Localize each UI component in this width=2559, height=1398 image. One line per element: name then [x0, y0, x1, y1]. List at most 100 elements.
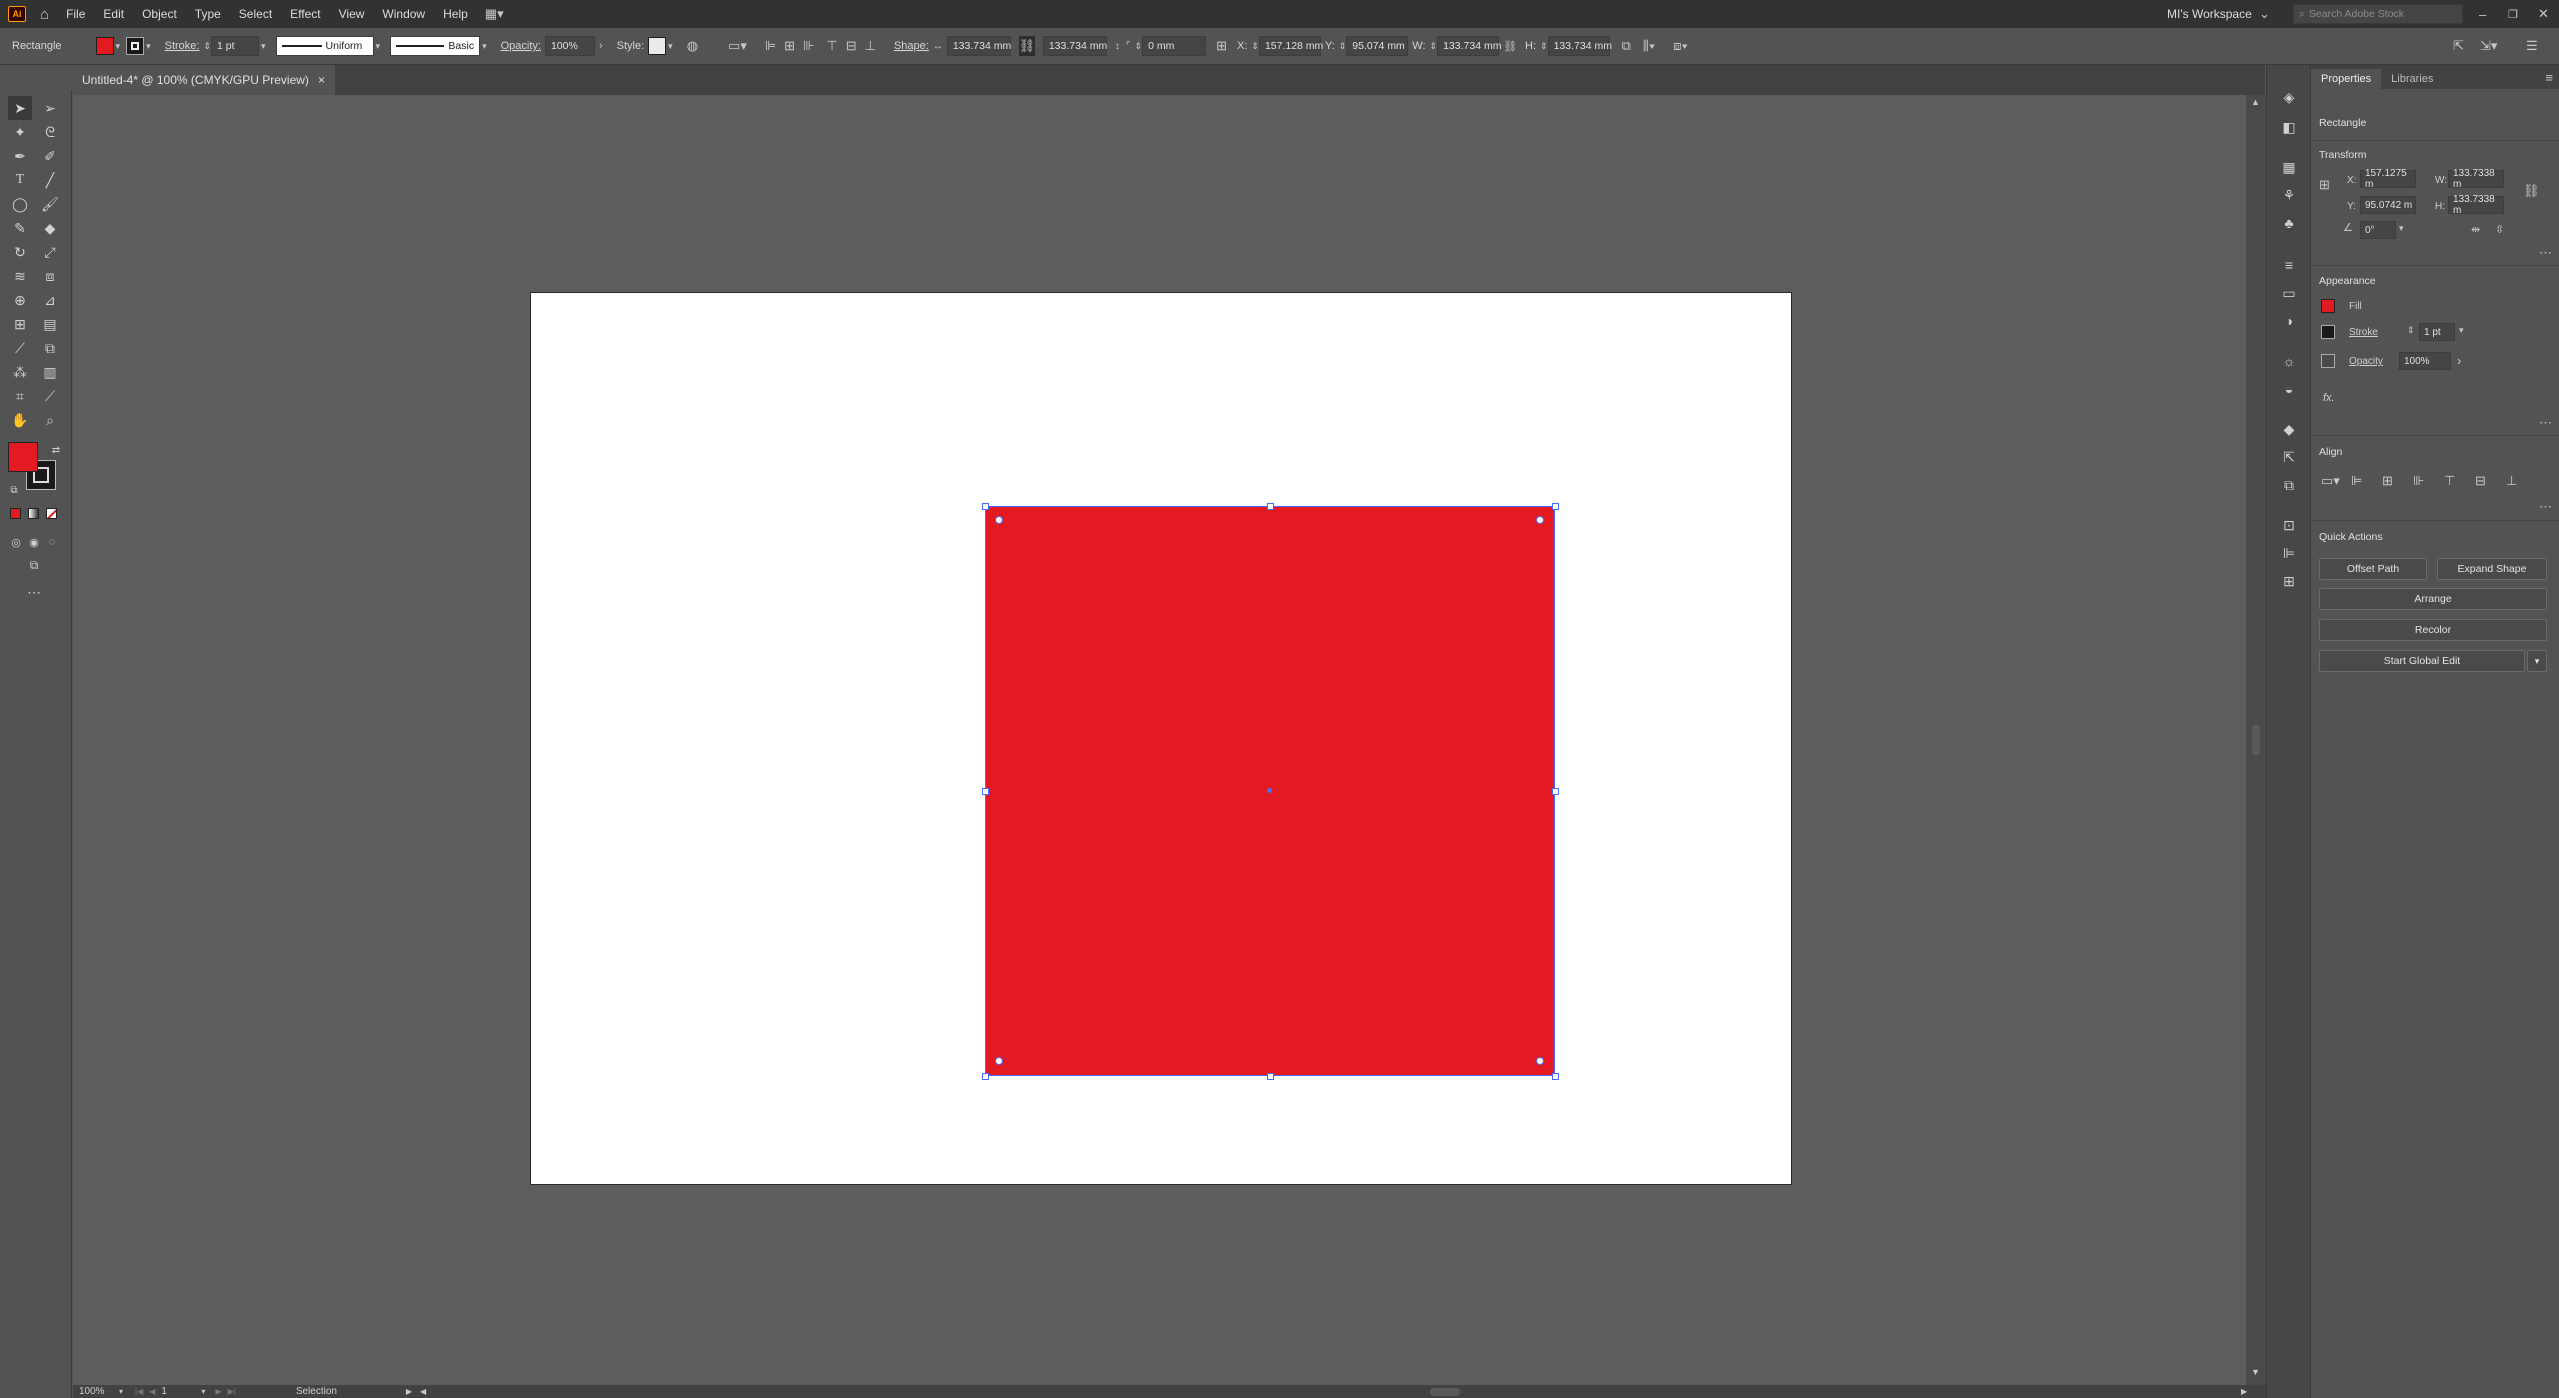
- menu-file[interactable]: File: [57, 7, 94, 21]
- first-artboard-icon[interactable]: |◀: [135, 1387, 143, 1396]
- mesh-tool-icon[interactable]: ⊞: [8, 312, 32, 336]
- transform-x-field[interactable]: 157.1275 m: [2360, 168, 2416, 190]
- layers-panel-icon[interactable]: ◆: [2277, 417, 2301, 441]
- chevron-right-icon[interactable]: ›: [599, 40, 603, 52]
- handle-bottom-middle[interactable]: [1267, 1073, 1274, 1080]
- stroke-swatch[interactable]: [2321, 325, 2335, 339]
- symbols-panel-icon[interactable]: ♣: [2277, 211, 2301, 235]
- chevron-down-icon[interactable]: ⌄: [2259, 6, 2270, 22]
- chevron-down-icon[interactable]: ▾: [261, 41, 266, 52]
- align-top-icon[interactable]: ⊤: [826, 38, 837, 54]
- ellipse-tool-icon[interactable]: ◯: [8, 192, 32, 216]
- transform-y-field[interactable]: 95.0742 m: [2360, 196, 2416, 214]
- properties-panel-icon[interactable]: ◈: [2277, 85, 2301, 109]
- start-global-edit-button[interactable]: Start Global Edit: [2319, 650, 2525, 672]
- stepper-icon[interactable]: ⇕: [203, 41, 211, 52]
- align-to-icon[interactable]: ▭▾: [2321, 473, 2340, 489]
- handle-middle-left[interactable]: [982, 788, 989, 795]
- align-top-icon[interactable]: ⊤: [2444, 473, 2455, 489]
- corner-widget-top-left[interactable]: [995, 516, 1003, 524]
- more-options-icon[interactable]: ⋯: [2539, 245, 2552, 261]
- restore-icon[interactable]: ❐: [2508, 8, 2518, 21]
- expand-shape-button[interactable]: Expand Shape: [2437, 558, 2547, 580]
- document-tab[interactable]: Untitled-4* @ 100% (CMYK/GPU Preview) ×: [72, 65, 335, 95]
- opacity-field[interactable]: 100%: [2399, 352, 2451, 370]
- menu-effect[interactable]: Effect: [281, 7, 329, 21]
- libraries-panel-icon[interactable]: ◧: [2277, 115, 2301, 139]
- pen-tool-icon[interactable]: ✒: [8, 144, 32, 168]
- align-hcenter-icon[interactable]: ⊞: [784, 38, 795, 54]
- next-artboard-icon[interactable]: ▶: [215, 1387, 221, 1396]
- stroke-weight-field[interactable]: 1 pt: [211, 36, 260, 56]
- more-options-icon[interactable]: ⋯: [2539, 499, 2552, 515]
- last-artboard-icon[interactable]: ▶|: [228, 1387, 236, 1396]
- align-left-icon[interactable]: ⊫: [2351, 473, 2362, 489]
- stock-search-field[interactable]: ⌕ Search Adobe Stock: [2293, 4, 2463, 24]
- isolate-icon[interactable]: ⧈▾: [1673, 38, 1688, 54]
- align-hcenter-icon[interactable]: ⊞: [2382, 473, 2393, 489]
- stepper-icon[interactable]: ⇕: [1135, 41, 1143, 52]
- stroke-profile-select[interactable]: Uniform: [275, 36, 374, 56]
- scroll-right-icon[interactable]: ▶: [2241, 1387, 2247, 1396]
- corner-type-icon[interactable]: ⌜: [1126, 41, 1131, 52]
- stepper-icon[interactable]: ⇕: [1430, 41, 1438, 52]
- brushes-panel-icon[interactable]: ⚘: [2277, 183, 2301, 207]
- constrain-proportions-icon[interactable]: ⛓: [2523, 183, 2540, 199]
- scale-tool-icon[interactable]: ⤢: [38, 240, 62, 264]
- corner-widget-top-right[interactable]: [1536, 516, 1544, 524]
- close-tab-icon[interactable]: ×: [318, 73, 325, 87]
- free-transform-icon[interactable]: ⧈: [38, 264, 62, 288]
- pathfinder-panel-icon[interactable]: ⊞: [2277, 569, 2301, 593]
- fill-swatch[interactable]: [2321, 299, 2335, 313]
- chevron-down-icon[interactable]: ▾: [376, 41, 381, 52]
- x-field[interactable]: 157.128 mm: [1258, 36, 1323, 56]
- none-mode-button[interactable]: [46, 508, 57, 519]
- zoom-tool-icon[interactable]: ⌕: [38, 408, 62, 432]
- align-left-icon[interactable]: ⊫: [765, 38, 776, 54]
- hamburger-icon[interactable]: ☰: [2526, 38, 2538, 54]
- align-vcenter-icon[interactable]: ⊟: [2475, 473, 2486, 489]
- menu-edit[interactable]: Edit: [94, 7, 133, 21]
- appearance-panel-icon[interactable]: ☼: [2277, 349, 2301, 373]
- zoom-level[interactable]: 100%: [79, 1386, 119, 1397]
- more-options-icon[interactable]: ⋯: [2539, 415, 2552, 431]
- stroke-weight-field[interactable]: 1 pt: [2419, 323, 2455, 341]
- warp-tool-icon[interactable]: ≋: [8, 264, 32, 288]
- artboard-number[interactable]: 1: [161, 1386, 201, 1397]
- status-menu-icon[interactable]: ▶: [406, 1387, 412, 1396]
- fx-button[interactable]: fx.: [2323, 392, 2335, 404]
- scroll-down-icon[interactable]: ▼: [2251, 1367, 2260, 1377]
- brush-select[interactable]: Basic: [390, 36, 481, 56]
- scroll-left-icon[interactable]: ◀: [420, 1387, 426, 1396]
- swap-colors-icon[interactable]: ⇄: [44, 438, 68, 462]
- transform-icon[interactable]: ⧉: [1622, 38, 1631, 54]
- align-right-icon[interactable]: ⊪: [803, 38, 814, 54]
- horizontal-scroll-thumb[interactable]: [1430, 1388, 1460, 1396]
- export-panel-icon[interactable]: ⇱: [2277, 445, 2301, 469]
- gradient-mode-button[interactable]: [28, 508, 39, 519]
- menu-help[interactable]: Help: [434, 7, 477, 21]
- global-edit-options-button[interactable]: ▾: [2527, 650, 2547, 672]
- swatches-panel-icon[interactable]: ▦: [2277, 155, 2301, 179]
- eraser-icon[interactable]: ◆: [38, 216, 62, 240]
- screen-mode-icon[interactable]: ⧉: [22, 553, 46, 577]
- stroke-label[interactable]: Stroke:: [165, 40, 200, 52]
- stepper-icon[interactable]: ⇕: [2407, 325, 2415, 336]
- home-icon[interactable]: ⌂: [40, 6, 49, 23]
- perspective-grid-icon[interactable]: ⊿: [38, 288, 62, 312]
- lasso-icon[interactable]: ᘓ: [38, 120, 62, 144]
- menu-window[interactable]: Window: [373, 7, 434, 21]
- opacity-label[interactable]: Opacity: [2349, 356, 2383, 367]
- color-mode-button[interactable]: [10, 508, 21, 519]
- artboards-panel-icon[interactable]: ⧉: [2277, 473, 2301, 497]
- constrain-proportions-icon[interactable]: ⛓: [1503, 40, 1517, 53]
- close-icon[interactable]: ✕: [2538, 6, 2549, 22]
- shape-width-field[interactable]: 133.734 mm: [946, 36, 1011, 56]
- y-field[interactable]: 95.074 mm: [1346, 36, 1409, 56]
- shape-builder-icon[interactable]: ⊕: [8, 288, 32, 312]
- align-panel-icon[interactable]: ⊫: [2277, 541, 2301, 565]
- transform-w-field[interactable]: 133.7338 m: [2448, 168, 2504, 190]
- vertical-scrollbar[interactable]: ▲ ▼: [2246, 95, 2266, 1385]
- graphic-styles-panel-icon[interactable]: ◒: [2277, 377, 2301, 401]
- link-icon[interactable]: ⛓: [1019, 36, 1035, 56]
